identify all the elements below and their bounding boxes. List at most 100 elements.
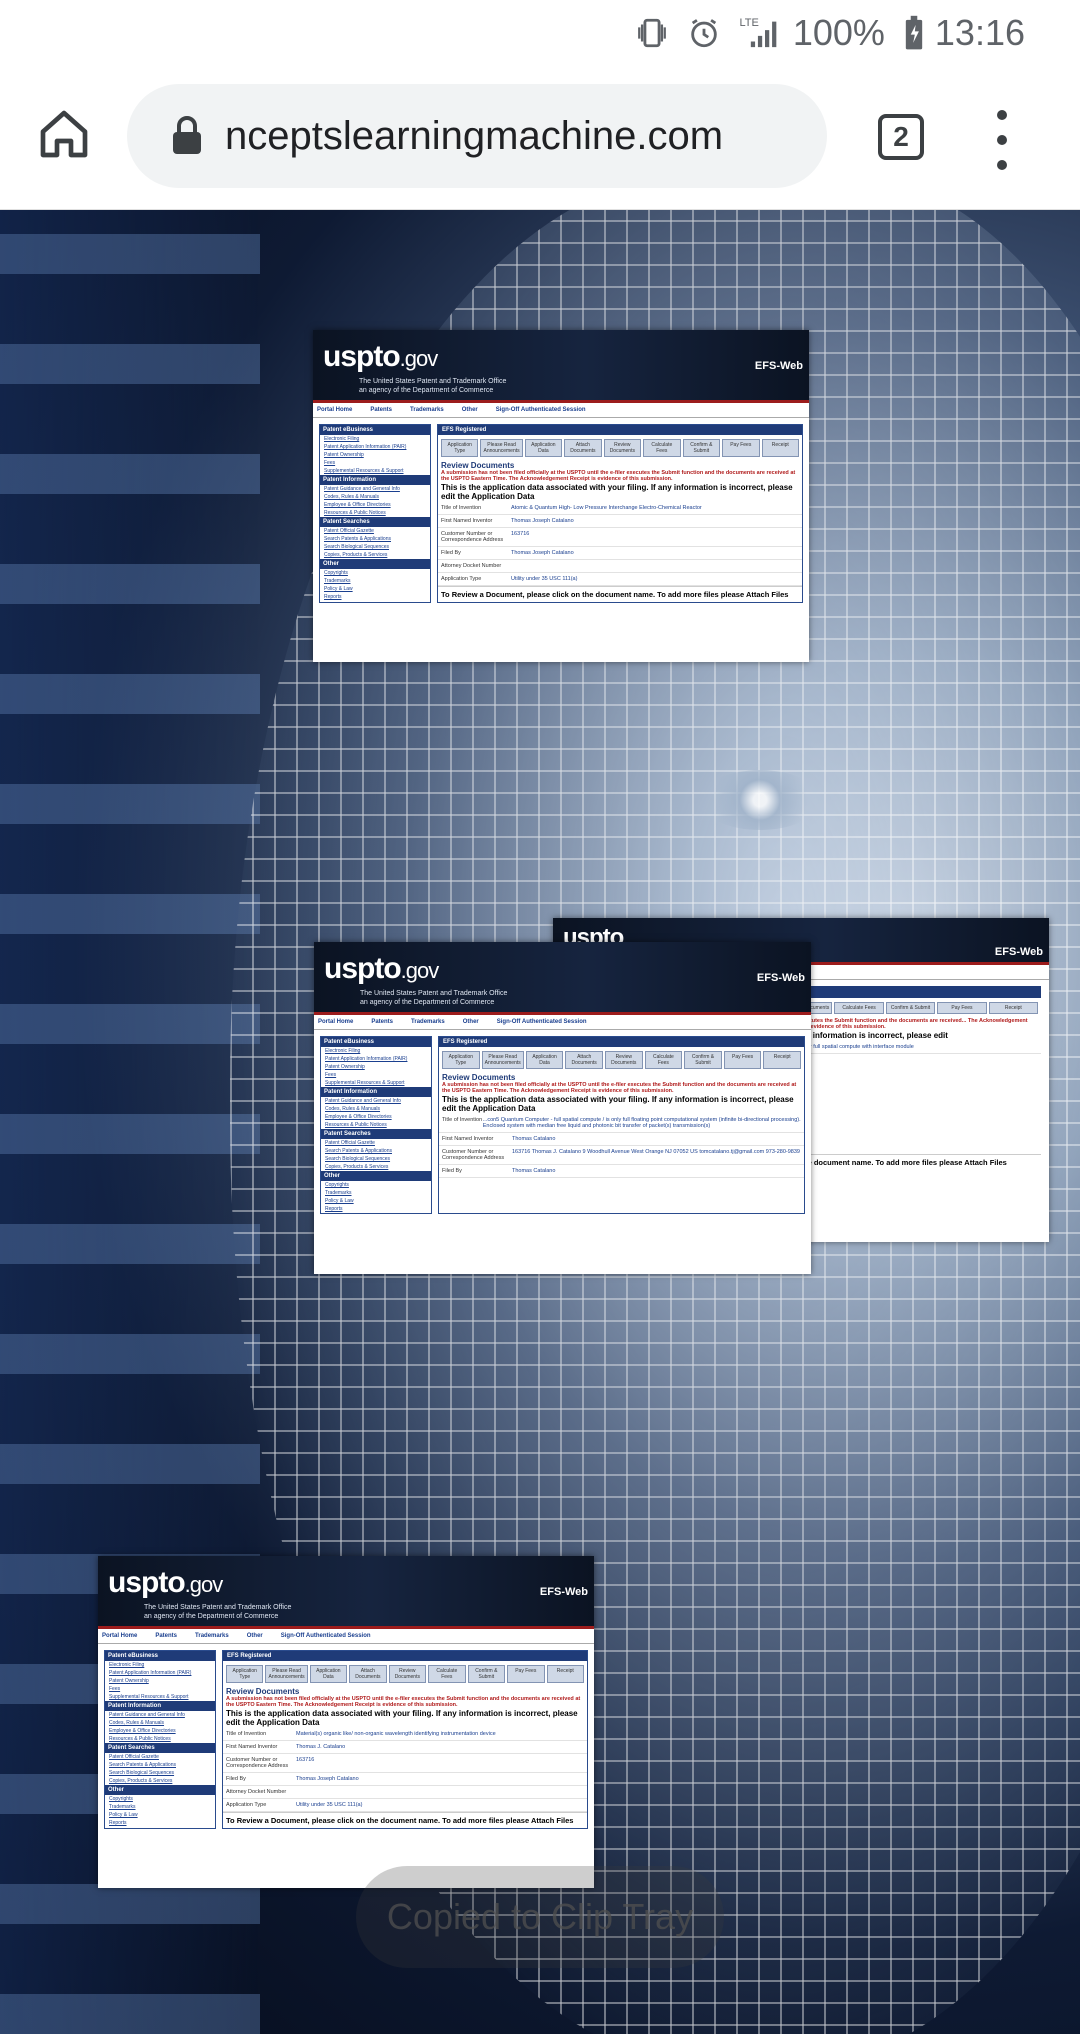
data-row: Application Type Utility under 35 USC 111… bbox=[223, 1799, 587, 1812]
uspto-logo: uspto.gov bbox=[108, 1566, 223, 1599]
data-row: Title of Invention Atomic & Quantum High-… bbox=[438, 502, 802, 515]
home-icon[interactable] bbox=[36, 106, 92, 162]
efs-web-label: EFS-Web bbox=[994, 946, 1043, 958]
status-bar: LTE 100% 13:16 bbox=[0, 0, 1080, 66]
main-panel: EFS Registered Application Type Please R… bbox=[222, 1650, 588, 1829]
sidebar-link: Patent Application Information (PAIR) bbox=[325, 1056, 408, 1062]
wizard-tab: Pay Fees bbox=[507, 1665, 545, 1683]
uspto-screenshot-image-3: uspto.gov The United States Patent and T… bbox=[98, 1556, 594, 1888]
sidebar-heading: Patent Information bbox=[320, 475, 430, 485]
wizard-tab: Review Documents bbox=[388, 1665, 427, 1683]
data-row: Customer Number or Correspondence Addres… bbox=[438, 528, 802, 547]
sidebar-link: Patent Ownership bbox=[109, 1678, 149, 1684]
sidebar-heading: Patent Information bbox=[321, 1087, 431, 1097]
data-row: First Named Inventor Thomas J. Catalano bbox=[223, 1741, 587, 1754]
submission-warning: A submission has not been filed official… bbox=[442, 1082, 797, 1094]
data-row: Filed By Thomas Joseph Catalano bbox=[438, 547, 802, 560]
wizard-tab: Calculate Fees bbox=[644, 1051, 683, 1069]
data-row: Title of Invention ...con5 Quantum Comput… bbox=[439, 1114, 804, 1133]
sidebar-heading: Other bbox=[105, 1785, 215, 1795]
sidebar-link: Copyrights bbox=[109, 1796, 133, 1802]
nav-sign-off: Sign-Off Authenticated Session bbox=[495, 407, 586, 413]
data-row: First Named Inventor Thomas Catalano bbox=[439, 1133, 804, 1146]
sidebar-link: Supplemental Resources & Support bbox=[325, 1080, 405, 1086]
wizard-tab: Receipt bbox=[988, 1002, 1039, 1014]
uspto-subtitle-2: an agency of the Department of Commerce bbox=[359, 387, 494, 394]
sidebar-link: Search Patents & Applications bbox=[324, 536, 391, 542]
sidebar-link: Patent Guidance and General Info bbox=[109, 1712, 185, 1718]
wizard-tab: Application Data bbox=[525, 1051, 564, 1069]
sidebar-link: Search Biological Sequences bbox=[324, 544, 390, 550]
submission-warning: A submission has not been filed official… bbox=[441, 470, 796, 482]
lock-icon[interactable] bbox=[171, 116, 203, 156]
sidebar-link: Trademarks bbox=[109, 1804, 136, 1810]
uspto-subtitle: The United States Patent and Trademark O… bbox=[359, 378, 507, 385]
application-data-title: This is the application data associated … bbox=[442, 1095, 794, 1113]
uspto-subtitle: The United States Patent and Trademark O… bbox=[144, 1604, 292, 1611]
wizard-tab: Calculate Fees bbox=[428, 1665, 466, 1683]
sidebar-heading: Patent Searches bbox=[321, 1129, 431, 1139]
wizard-tab: Confirm & Submit bbox=[682, 439, 721, 457]
vibrate-icon bbox=[635, 16, 669, 50]
wizard-tab: Confirm & Submit bbox=[684, 1051, 722, 1069]
tabs-icon[interactable]: 2 bbox=[878, 114, 924, 160]
review-instructions: To Review a Document, please click on th… bbox=[438, 586, 802, 602]
sidebar-link: Patent Official Gazette bbox=[109, 1754, 159, 1760]
review-instructions: To Review a Document, please click on th… bbox=[223, 1812, 587, 1828]
wizard-tab: Application Data bbox=[309, 1665, 348, 1683]
clock: 13:16 bbox=[934, 12, 1025, 53]
sidebar-link: Employee & Office Directories bbox=[324, 502, 391, 508]
wizard-tabs: Review Documents Calculate Fees Confirm … bbox=[783, 998, 1041, 1018]
wizard-tab: Attach Documents bbox=[349, 1665, 387, 1683]
sidebar-link: Search Biological Sequences bbox=[109, 1770, 175, 1776]
sidebar-link: Electronic Filing bbox=[109, 1662, 145, 1668]
sidebar-link: Resources & Public Notices bbox=[324, 510, 386, 516]
data-row: Title of Invention Material(s) organic li… bbox=[223, 1728, 587, 1741]
sidebar-link: Employee & Office Directories bbox=[109, 1728, 176, 1734]
patent-sidebar: Patent eBusiness Electronic Filing Paten… bbox=[104, 1650, 216, 1829]
wizard-tabs: Application Type Please Read Announcemen… bbox=[438, 435, 802, 461]
wizard-tab: Please Read Announcements bbox=[480, 439, 523, 457]
web-page-content: uspto EFS-Web Review Documents Calculate… bbox=[0, 210, 1080, 2034]
wizard-tab: Please Read Announcements bbox=[481, 1051, 524, 1069]
submission-warning: A submission has not been filed official… bbox=[226, 1696, 581, 1708]
main-panel-header bbox=[783, 986, 1041, 998]
data-row: First Named Inventor Thomas Joseph Catala… bbox=[438, 515, 802, 528]
sidebar-link: Copies, Products & Services bbox=[324, 552, 388, 558]
nav-other: Other bbox=[461, 407, 478, 413]
sidebar-link: Search Biological Sequences bbox=[325, 1156, 391, 1162]
wizard-tab: Application Type bbox=[226, 1665, 264, 1683]
sidebar-heading: Patent eBusiness bbox=[105, 1651, 215, 1661]
alarm-icon bbox=[687, 16, 721, 50]
main-panel: EFS Registered Application Type Please R… bbox=[437, 424, 803, 603]
sidebar-link: Trademarks bbox=[324, 578, 351, 584]
uspto-screenshot-image-1: uspto.gov The United States Patent and T… bbox=[313, 330, 809, 662]
nav-sign-off: Sign-Off Authenticated Session bbox=[280, 1633, 371, 1639]
url-text[interactable]: nceptslearningmachine.com bbox=[225, 114, 805, 159]
uspto-subtitle: The United States Patent and Trademark O… bbox=[360, 990, 508, 997]
more-icon[interactable] bbox=[992, 110, 1012, 170]
address-bar[interactable]: nceptslearningmachine.com bbox=[127, 84, 827, 188]
sidebar-link: Patent Guidance and General Info bbox=[325, 1098, 401, 1104]
wizard-tab: Attach Documents bbox=[565, 1051, 603, 1069]
uspto-subtitle-2: an agency of the Department of Commerce bbox=[360, 999, 495, 1006]
nav-patents: Patents bbox=[370, 407, 393, 413]
sidebar-heading: Patent eBusiness bbox=[321, 1037, 431, 1047]
wizard-tab: Attach Documents bbox=[564, 439, 602, 457]
submission-warning: e-filer executes the Submit function and… bbox=[783, 1018, 1028, 1030]
main-panel-header: EFS Registered bbox=[439, 1037, 804, 1047]
sidebar-link: Supplemental Resources & Support bbox=[109, 1694, 189, 1700]
main-panel-header: EFS Registered bbox=[223, 1651, 587, 1661]
battery-icon bbox=[903, 15, 925, 51]
sidebar-link: Employee & Office Directories bbox=[325, 1114, 392, 1120]
portal-nav: Portal Home Patents Trademarks Other Sig… bbox=[98, 1629, 594, 1644]
browser-toolbar: nceptslearningmachine.com 2 bbox=[0, 66, 1080, 210]
data-row: ...processor full spatial compute with i… bbox=[783, 1041, 1041, 1054]
nav-other: Other bbox=[246, 1633, 263, 1639]
sidebar-link: Trademarks bbox=[325, 1190, 352, 1196]
sidebar-heading: Patent Information bbox=[105, 1701, 215, 1711]
sidebar-heading: Patent eBusiness bbox=[320, 425, 430, 435]
wizard-tabs: Application Type Please Read Announcemen… bbox=[439, 1047, 804, 1073]
wizard-tab: Application Type bbox=[441, 439, 479, 457]
wizard-tab: Review Documents bbox=[604, 1051, 643, 1069]
